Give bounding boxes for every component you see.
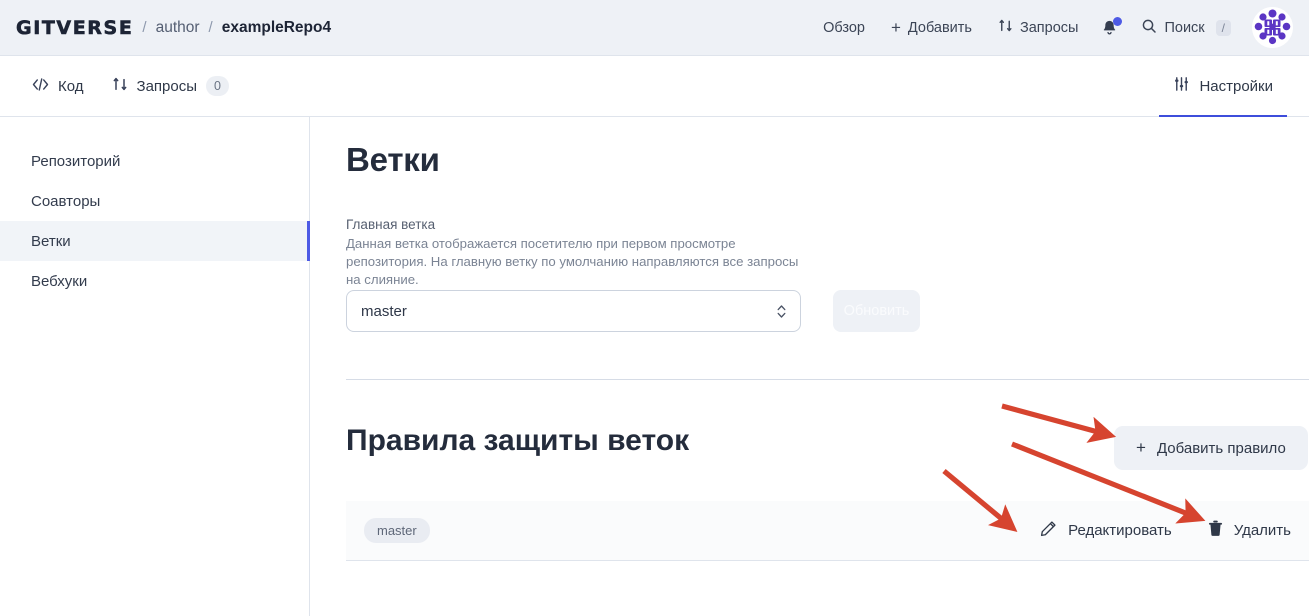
protection-rules-title: Правила защиты веток — [346, 424, 690, 457]
nav-add-label: Добавить — [907, 19, 972, 36]
notification-badge — [1113, 16, 1123, 26]
sidebar-item-label: Репозиторий — [31, 152, 121, 170]
table-row: master Редактировать Удалить — [346, 501, 1309, 561]
nav-overview[interactable]: Обзор — [810, 12, 878, 44]
settings-sidebar: Репозиторий Соавторы Ветки Вебхуки — [0, 117, 318, 616]
breadcrumb: GITVERSE / author / exampleRepo4 — [16, 16, 331, 39]
nav-overview-label: Обзор — [823, 19, 865, 36]
sidebar-item-label: Вебхуки — [31, 272, 88, 290]
rule-branch-badge: master — [364, 518, 430, 543]
delete-rule-label: Удалить — [1233, 522, 1291, 539]
update-default-branch-button[interactable]: Обновить — [833, 290, 920, 332]
top-header: GITVERSE / author / exampleRepo4 Обзор +… — [0, 0, 1309, 56]
search-shortcut-key: / — [1215, 19, 1231, 36]
default-branch-description: Данная ветка отображается посетителю при… — [346, 236, 799, 287]
search-label: Поиск — [1164, 19, 1205, 36]
gitverse-logo[interactable]: GITVERSE — [16, 16, 133, 39]
chevron-updown-icon — [777, 304, 786, 319]
pull-request-icon — [112, 76, 128, 96]
default-branch-select[interactable]: master — [346, 290, 801, 332]
notifications-button[interactable] — [1091, 11, 1128, 45]
sidebar-item-label: Ветки — [31, 232, 71, 250]
breadcrumb-separator-1: / — [142, 19, 147, 36]
breadcrumb-separator-2: / — [208, 19, 213, 36]
edit-rule-label: Редактировать — [1068, 522, 1172, 539]
tab-code[interactable]: Код — [18, 56, 98, 117]
main-content: Ветки Главная ветка Данная ветка отображ… — [310, 117, 1309, 616]
add-rule-button[interactable]: + Добавить правило — [1114, 426, 1308, 470]
avatar[interactable] — [1252, 7, 1293, 48]
plus-icon: + — [1136, 438, 1146, 457]
sidebar-item-webhooks[interactable]: Вебхуки — [0, 261, 309, 301]
sidebar-item-repository[interactable]: Репозиторий — [0, 141, 309, 181]
sidebar-item-label: Соавторы — [31, 192, 101, 210]
page-title: Ветки — [346, 141, 440, 178]
add-rule-button-label: Добавить правило — [1156, 439, 1286, 457]
tab-pull-requests[interactable]: Запросы 0 — [98, 56, 243, 117]
tab-pull-requests-count: 0 — [206, 75, 229, 97]
search-icon — [1141, 18, 1157, 38]
breadcrumb-repo[interactable]: exampleRepo4 — [222, 19, 331, 37]
sidebar-item-branches[interactable]: Ветки — [0, 221, 318, 261]
repo-tabbar: Код Запросы 0 Настройки — [0, 56, 1309, 125]
nav-pull-requests-label: Запросы — [1019, 19, 1079, 36]
trash-icon — [1208, 520, 1223, 541]
rule-actions: Редактировать Удалить — [1040, 520, 1291, 541]
sliders-icon — [1173, 76, 1190, 96]
nav-add[interactable]: + Добавить — [878, 11, 985, 44]
nav-pull-requests[interactable]: Запросы — [985, 10, 1091, 45]
header-nav: Обзор + Добавить Запросы Поиск / — [810, 7, 1309, 48]
edit-rule-button[interactable]: Редактировать — [1040, 520, 1172, 541]
default-branch-label: Главная ветка — [346, 217, 436, 232]
app-root: GITVERSE / author / exampleRepo4 Обзор +… — [0, 0, 1309, 616]
pencil-icon — [1040, 520, 1057, 541]
code-icon — [32, 77, 49, 96]
sidebar-item-collaborators[interactable]: Соавторы — [0, 181, 309, 221]
tab-settings[interactable]: Настройки — [1159, 56, 1287, 125]
delete-rule-button[interactable]: Удалить — [1208, 520, 1291, 541]
section-divider — [346, 379, 1309, 380]
default-branch-select-wrap: master — [346, 290, 801, 332]
search-button[interactable]: Поиск / — [1128, 10, 1244, 46]
bell-icon — [1101, 16, 1123, 37]
pull-request-icon — [998, 18, 1013, 37]
plus-icon: + — [890, 18, 901, 37]
tab-pull-requests-label: Запросы — [136, 77, 198, 95]
tab-code-label: Код — [58, 77, 84, 95]
breadcrumb-owner[interactable]: author — [156, 19, 200, 37]
tab-settings-label: Настройки — [1199, 77, 1273, 95]
default-branch-select-value: master — [361, 302, 407, 320]
